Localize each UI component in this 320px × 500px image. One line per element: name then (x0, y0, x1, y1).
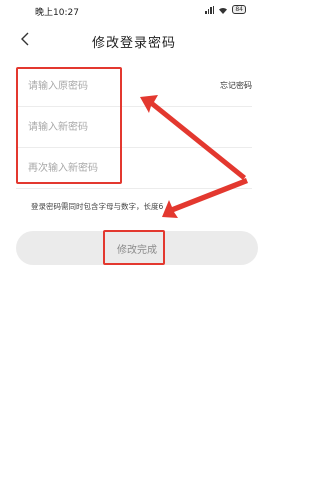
status-bar: 晚上10:27 84 (0, 0, 268, 22)
status-time: 晚上10:27 (35, 8, 79, 18)
status-icons: 84 (205, 5, 246, 14)
battery-icon: 84 (232, 5, 246, 14)
signal-icon (205, 5, 215, 14)
wifi-icon (219, 7, 228, 14)
page-title: 修改登录密码 (91, 36, 176, 51)
password-hint: 登录密码需同时包含字母与数字，长度6 (31, 202, 164, 211)
screen: 晚上10:27 84 修改登录密码 忘记密码 登录密码需同时包含字母与数字，长度… (0, 0, 268, 500)
forgot-password-link[interactable]: 忘记密码 (220, 80, 252, 91)
annotation-box-submit (103, 230, 165, 265)
header: 修改登录密码 (0, 24, 268, 56)
annotation-box-fields (16, 67, 122, 184)
